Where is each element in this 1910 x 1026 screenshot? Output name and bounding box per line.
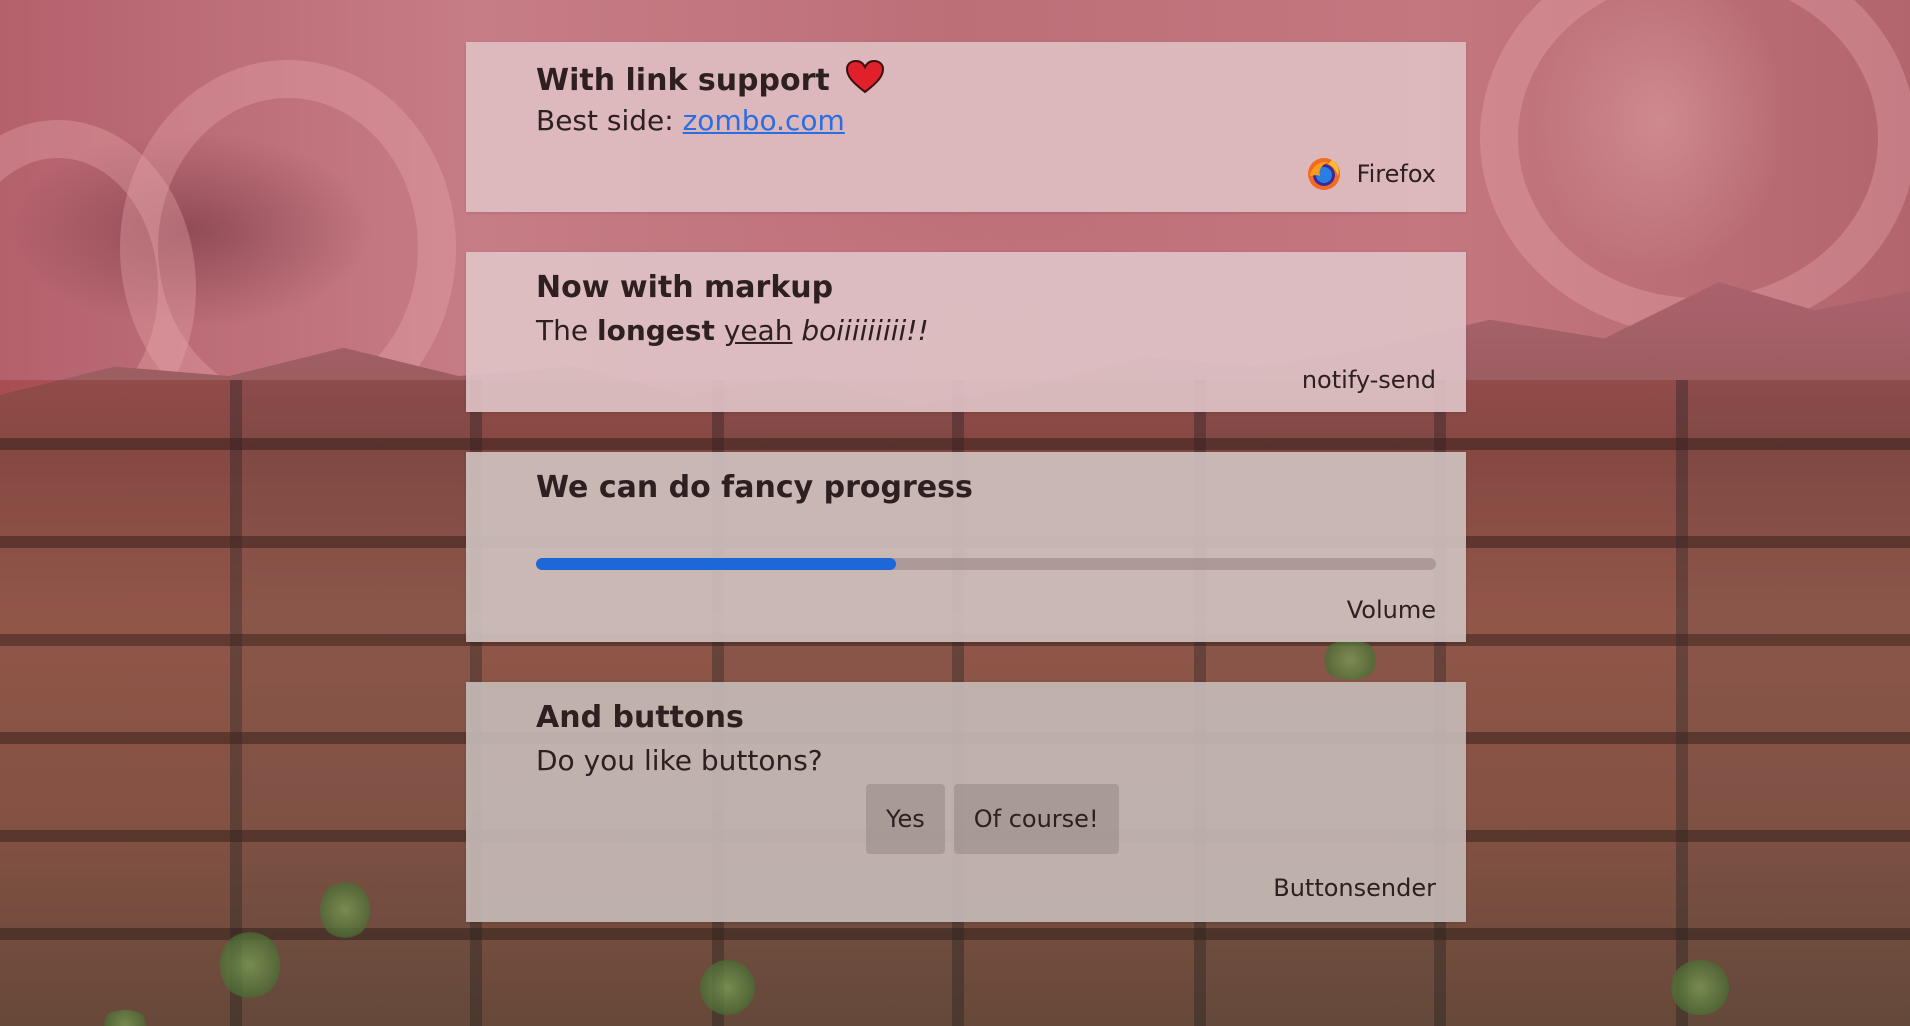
app-name: Firefox — [1356, 160, 1436, 188]
notification-summary: Now with markup — [536, 270, 834, 305]
yes-button[interactable]: Yes — [866, 784, 945, 854]
of-course-button[interactable]: Of course! — [953, 784, 1119, 854]
moss-spot — [1670, 960, 1730, 1015]
heart-icon — [846, 60, 885, 94]
notification-summary: And buttons — [536, 700, 744, 735]
notification-progress[interactable]: We can do fancy progress Volume — [466, 452, 1466, 642]
progress-fill — [536, 558, 896, 570]
firefox-icon — [1308, 158, 1340, 190]
notification-summary: We can do fancy progress — [536, 470, 973, 505]
notification-buttons[interactable]: And buttons Do you like buttons? Yes Of … — [466, 682, 1466, 922]
notification-body: Best side: zombo.com — [536, 104, 845, 137]
progress-bar — [536, 558, 1436, 570]
moss-spot — [320, 880, 370, 940]
moss-spot — [1320, 640, 1380, 680]
notification-body: The longest yeah boiiiiiiiii!! — [536, 314, 929, 347]
app-name: notify-send — [1301, 366, 1436, 394]
app-name: Buttonsender — [1273, 874, 1436, 902]
notification-summary: With link support — [536, 60, 885, 98]
wall-lettering — [1480, 0, 1910, 336]
zombo-link[interactable]: zombo.com — [683, 104, 845, 137]
notification-markup[interactable]: Now with markup The longest yeah boiiiii… — [466, 252, 1466, 412]
moss-spot — [220, 930, 280, 1000]
notification-body: Do you like buttons? — [536, 744, 823, 777]
app-name: Volume — [1346, 596, 1436, 624]
action-buttons: Yes Of course! — [866, 784, 1119, 854]
notification-link-support[interactable]: With link support Best side: zombo.com F… — [466, 42, 1466, 212]
moss-spot — [700, 960, 755, 1015]
